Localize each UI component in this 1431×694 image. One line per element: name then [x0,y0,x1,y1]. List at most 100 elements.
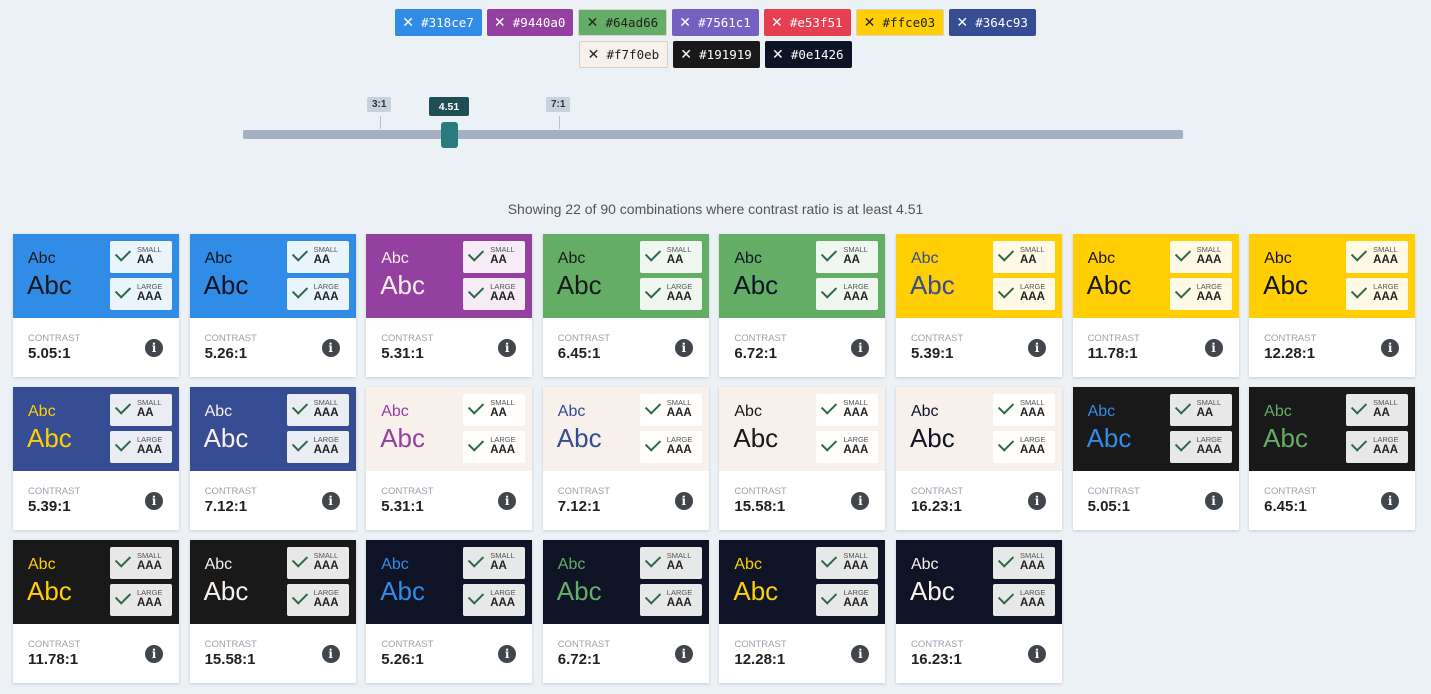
color-chip[interactable]: ✕ #ffce03 [855,9,945,36]
large-text-badge: LARGE AAA [639,431,702,463]
contrast-label: CONTRAST [734,333,787,344]
card-footer: CONTRAST 5.39:1 i [13,471,179,530]
small-text-badge: SMALL AA [639,241,702,273]
contrast-label: CONTRAST [557,333,611,344]
card-preview: Abc Abc SMALL AAA LARGE AAA [13,540,179,624]
color-hex-label: #364c93 [975,15,1028,30]
check-icon [468,282,485,299]
card-preview: Abc Abc SMALL AA LARGE AAA [189,234,356,318]
info-icon[interactable]: i [498,339,517,357]
color-chip[interactable]: ✕ #e53f51 [763,9,851,36]
color-chip[interactable]: ✕ #64ad66 [578,9,668,36]
card-footer: CONTRAST 7.12:1 i [190,471,356,530]
info-icon[interactable]: i [1027,645,1046,663]
info-icon[interactable]: i [674,645,693,663]
contrast-label: CONTRAST [557,639,611,650]
small-text-badge: SMALL AAA [816,547,879,579]
small-text-badge: SMALL AA [1346,394,1409,426]
color-hex-label: #7561c1 [698,15,751,30]
small-size-label: SMALL [666,245,692,254]
contrast-ratio: 11.78:1 [28,651,79,668]
color-chip[interactable]: ✕ #9440a0 [486,9,574,36]
large-text-badge: LARGE AAA [463,278,526,310]
remove-icon[interactable]: ✕ [580,47,606,63]
combination-card: Abc Abc SMALL AA LARGE AAA CONTRAST 6.45:1 i [1249,387,1416,530]
remove-icon[interactable]: ✕ [579,15,605,31]
color-hex-label: #9440a0 [512,15,566,30]
info-icon[interactable]: i [1381,339,1400,357]
remove-icon[interactable]: ✕ [949,15,975,31]
remove-icon[interactable]: ✕ [673,47,699,63]
info-icon[interactable]: i [498,645,517,663]
small-text-badge: SMALL AA [463,547,526,579]
small-wcag-level: AA [490,254,507,266]
contrast-ratio: 6.45:1 [1264,498,1307,515]
info-icon[interactable]: i [1381,492,1400,510]
info-icon[interactable]: i [321,645,340,663]
remove-icon[interactable]: ✕ [857,15,883,31]
info-icon[interactable]: i [851,645,870,663]
contrast-ratio: 15.58:1 [734,498,786,515]
contrast-label: CONTRAST [910,333,964,344]
slider-handle[interactable] [441,122,458,148]
small-text-badge: SMALL AAA [286,394,349,426]
tick-3-to-1: 3:1 [367,97,392,112]
info-icon[interactable]: i [498,492,517,510]
large-text-badge: LARGE AAA [992,584,1055,616]
info-icon[interactable]: i [851,492,870,510]
info-icon[interactable]: i [674,492,693,510]
large-wcag-level: AAA [1019,291,1045,303]
sample-text-large: Abc [380,270,425,300]
slider-track[interactable] [243,130,1183,139]
card-footer: CONTRAST 5.05:1 i [13,318,179,377]
remove-icon[interactable]: ✕ [764,15,790,31]
info-icon[interactable]: i [321,492,340,510]
small-wcag-level: AA [313,254,331,266]
contrast-ratio: 16.23:1 [910,651,962,668]
contrast-label: CONTRAST [28,639,81,650]
remove-icon[interactable]: ✕ [672,15,698,31]
info-icon[interactable]: i [145,339,163,357]
sample-text-large: Abc [203,423,249,453]
large-size-label: LARGE [1019,588,1046,597]
remove-icon[interactable]: ✕ [765,47,791,63]
remove-icon[interactable]: ✕ [395,15,421,31]
contrast-label: CONTRAST [28,333,81,344]
large-size-label: LARGE [1373,282,1399,291]
info-icon[interactable]: i [1204,339,1223,357]
info-icon[interactable]: i [1204,492,1223,510]
info-icon[interactable]: i [1027,492,1046,510]
card-preview: Abc Abc SMALL AAA LARGE AAA [719,387,886,471]
info-icon[interactable]: i [674,339,693,357]
combination-card: Abc Abc SMALL AA LARGE AAA CONTRAST 5.26:1 i [366,540,533,683]
small-size-label: SMALL [843,398,868,407]
contrast-ratio: 6.45:1 [557,345,601,362]
info-icon[interactable]: i [851,339,870,357]
color-chip[interactable]: ✕ #7561c1 [672,9,759,36]
large-text-badge: LARGE AAA [816,278,879,310]
color-chip[interactable]: ✕ #191919 [673,41,760,68]
large-size-label: LARGE [313,588,340,597]
sample-text-small: Abc [204,556,233,573]
large-text-badge: LARGE AAA [286,278,349,310]
slider-value-label: 4.51 [429,97,469,116]
check-icon [997,588,1015,605]
color-chip[interactable]: ✕ #364c93 [949,9,1036,36]
card-footer: CONTRAST 5.31:1 i [366,471,532,530]
info-icon[interactable]: i [321,339,340,357]
small-text-badge: SMALL AAA [1169,241,1232,273]
small-wcag-level: AA [490,407,507,419]
info-icon[interactable]: i [145,645,163,663]
small-wcag-level: AAA [843,560,869,572]
large-text-badge: LARGE AAA [110,278,172,310]
color-chip[interactable]: ✕ #0e1426 [764,41,852,68]
info-icon[interactable]: i [145,492,163,510]
color-chip[interactable]: ✕ #318ce7 [395,9,482,36]
color-chip[interactable]: ✕ #f7f0eb [579,41,669,68]
sample-text-large: Abc [909,576,955,606]
info-icon[interactable]: i [1027,339,1046,357]
check-icon [291,435,308,452]
check-icon [114,588,132,605]
remove-icon[interactable]: ✕ [487,15,513,31]
small-size-label: SMALL [1019,551,1045,560]
